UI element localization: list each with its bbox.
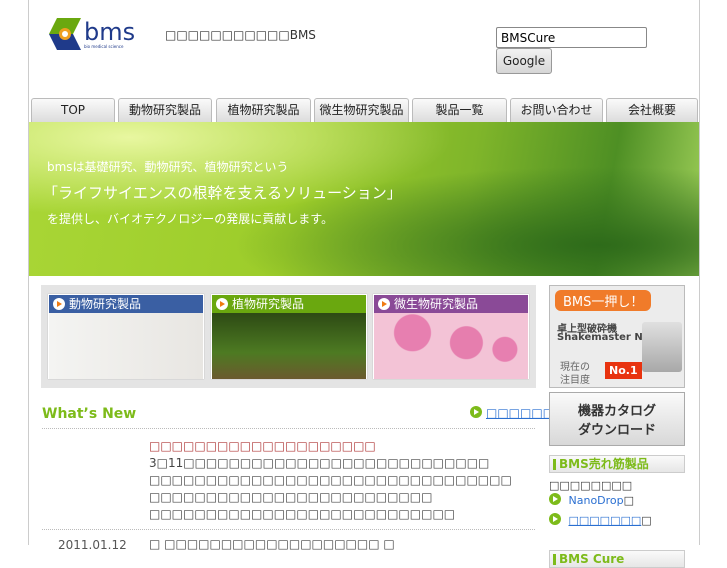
google-search-button[interactable]: Google: [496, 48, 552, 74]
nav-microbe-products[interactable]: 微生物研究製品: [314, 98, 409, 122]
banner-line-2: 「ライフサイエンスの根幹を支えるソリューション」: [43, 184, 402, 202]
arrow-circle-icon: [470, 406, 482, 418]
tile-label: 動物研究製品: [69, 297, 142, 311]
svg-text:bms: bms: [84, 18, 135, 46]
play-icon: [53, 298, 65, 310]
nav-top[interactable]: TOP: [31, 98, 115, 122]
tile-plant-products[interactable]: 植物研究製品: [211, 294, 367, 379]
bms-cure-heading: BMS Cure: [549, 550, 685, 568]
tile-microbe-products[interactable]: 微生物研究製品: [373, 294, 529, 379]
tile-label: 植物研究製品: [232, 297, 305, 311]
nav-product-list[interactable]: 製品一覧: [412, 98, 507, 122]
nav-animal-products[interactable]: 動物研究製品: [118, 98, 212, 122]
play-icon: [378, 298, 390, 310]
suffix: □: [623, 494, 635, 507]
nanodrop-link[interactable]: NanoDrop: [569, 494, 624, 507]
nav-contact[interactable]: お問い合わせ: [510, 98, 603, 122]
divider: [42, 428, 535, 429]
bestseller-item: □□□□□□□□: [549, 513, 685, 527]
news-body-line: 3□11□□□□□□□□□□□□□□□□□□□□□□□□□□□: [149, 456, 490, 470]
catalog-line: 機器カタログ: [577, 404, 656, 419]
banner-line-1: bmsは基礎研究、動物研究、植物研究という: [47, 160, 289, 174]
search-input[interactable]: [496, 27, 647, 48]
hero-banner: bmsは基礎研究、動物研究、植物研究という 「ライフサイエンスの根幹を支えるソリ…: [29, 122, 699, 276]
news-body-line: □□□□□□□□□□□□□□□□□□□□□□□□□□□: [149, 507, 456, 521]
seedling-image: [212, 313, 366, 379]
suffix: □: [641, 514, 652, 527]
mouse-image: [49, 313, 203, 379]
microbe-image: [374, 313, 528, 379]
banner-line-3: を提供し、バイオテクノロジーの発展に貢献します。: [47, 212, 334, 226]
whats-new-title: What’s New: [42, 406, 137, 422]
play-icon: [216, 298, 228, 310]
divider: [42, 529, 535, 530]
tile-animal-products[interactable]: 動物研究製品: [48, 294, 204, 379]
bestsellers-heading: BMS売れ筋製品: [549, 455, 685, 473]
device-image: [642, 322, 682, 372]
news-body-line: □□□□□□□□□□□□□□□□□□□□□□□□□: [149, 490, 433, 504]
catalog-download-button[interactable]: 機器カタログ ダウンロード: [549, 392, 685, 446]
bms-logo[interactable]: bms bio medical science: [47, 14, 147, 54]
arrow-circle-icon: [549, 513, 561, 525]
bestsellers-intro: □□□□□□□□: [549, 479, 633, 492]
promo-rank-badge: No.1: [605, 362, 642, 379]
catalog-line: ダウンロード: [577, 423, 656, 438]
promo-bubble: BMS一押し！: [555, 290, 652, 311]
news-body-line: □□□□□□□□□□□□□□□□□□□□□□□□□□□□□□□□: [149, 473, 512, 487]
promo-shakemaster-banner[interactable]: BMS一押し！ 卓上型破砕機 Shakemaster Neo 現在の 注目度 N…: [549, 285, 685, 388]
arrow-circle-icon: [549, 493, 561, 505]
news-item: □□□□□□□□□□□□□□□□□□□□ 3□11□□□□□□□□□□□□□□□…: [149, 438, 512, 523]
news-date: 2011.01.12: [58, 538, 127, 552]
product-link[interactable]: □□□□□□□: [569, 514, 642, 527]
tile-label: 微生物研究製品: [394, 297, 479, 311]
nav-plant-products[interactable]: 植物研究製品: [216, 98, 311, 122]
bestseller-item: NanoDrop□: [549, 493, 685, 507]
news-headline[interactable]: □□□□□□□□□□□□□□□□□□□□: [149, 438, 512, 455]
site-tagline: □□□□□□□□□□□BMS: [165, 28, 316, 42]
category-tiles: 動物研究製品 植物研究製品 微生物研究製品: [41, 285, 536, 388]
svg-text:bio medical science: bio medical science: [84, 44, 124, 49]
nav-company[interactable]: 会社概要: [606, 98, 698, 122]
promo-rank-label: 注目度: [560, 375, 590, 386]
